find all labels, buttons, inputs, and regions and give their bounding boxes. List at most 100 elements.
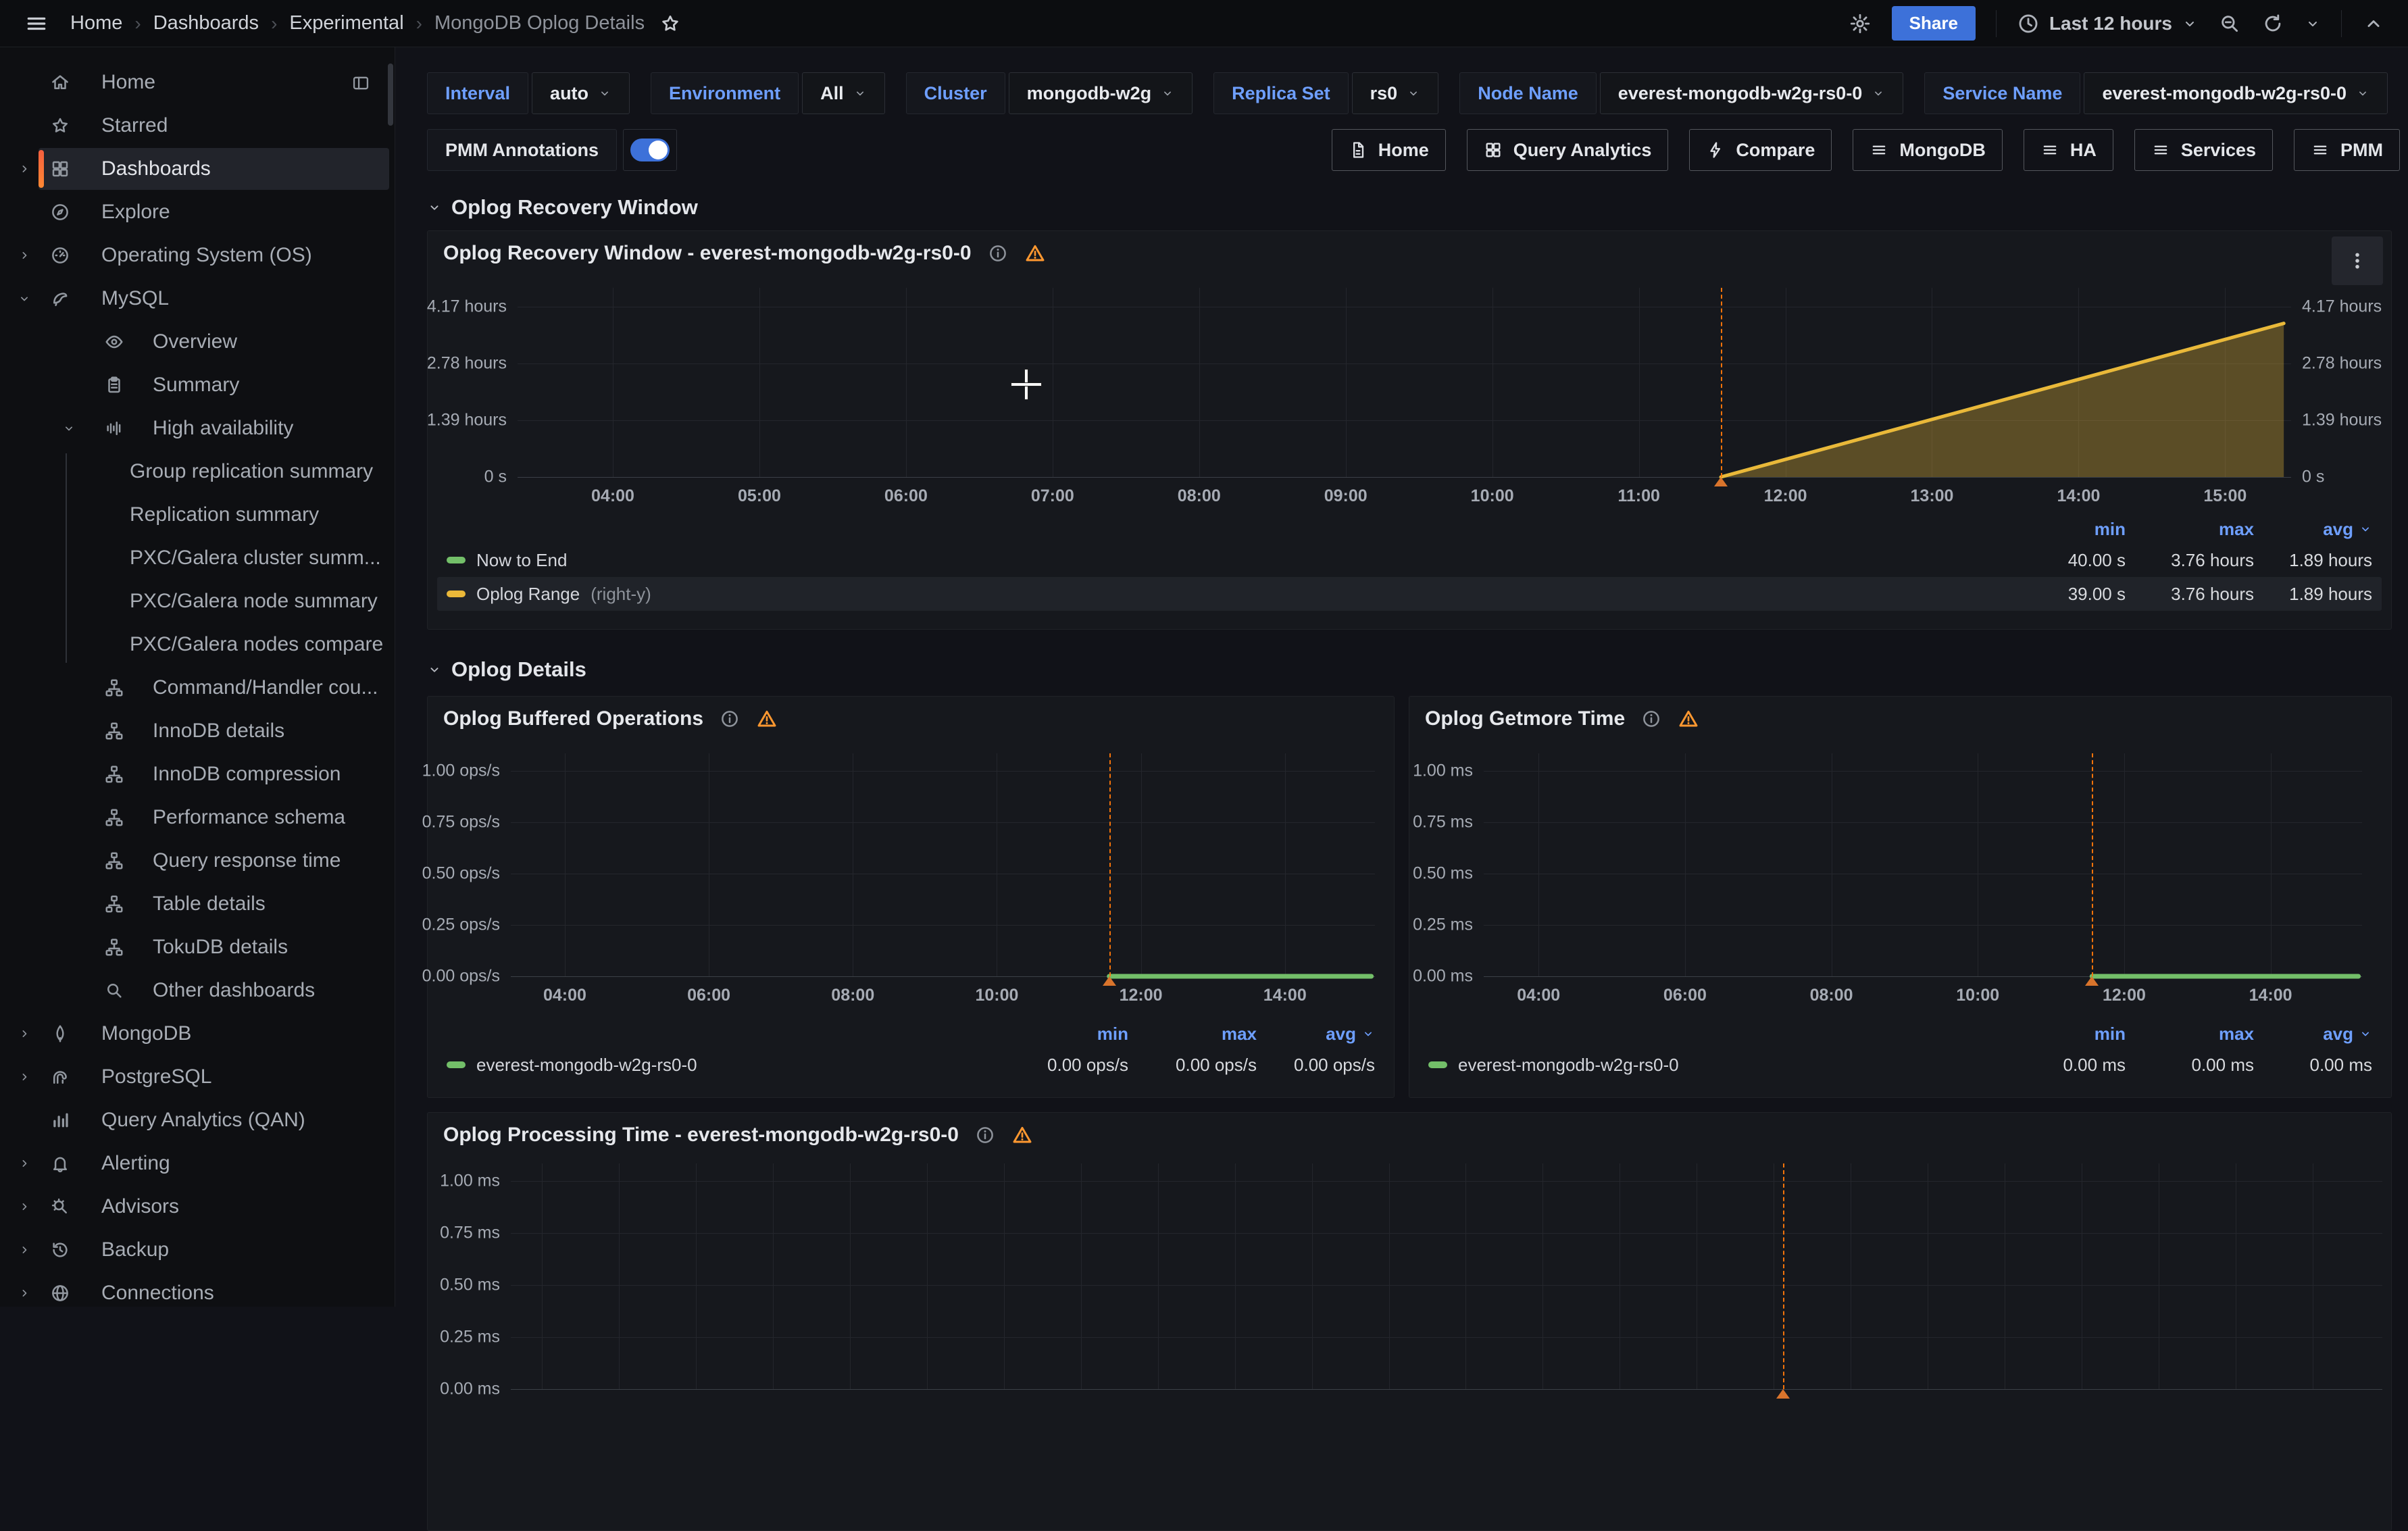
sidebar-item-mongodb[interactable]: MongoDB bbox=[0, 1012, 395, 1055]
sidebar-item-operating-system-os[interactable]: Operating System (OS) bbox=[0, 234, 395, 277]
section-oplog-recovery-window[interactable]: Oplog Recovery Window bbox=[427, 195, 698, 220]
annotation-marker-icon[interactable] bbox=[1776, 1389, 1790, 1399]
sidebar-item-connections[interactable]: Connections bbox=[0, 1272, 395, 1315]
sidebar-item-dashboards[interactable]: Dashboards bbox=[0, 147, 395, 191]
warning-icon[interactable] bbox=[1011, 1124, 1033, 1146]
breadcrumb-item-dashboards[interactable]: Dashboards bbox=[153, 12, 259, 34]
legend-row-everest-mongodb-w2g-rs0-0[interactable]: everest-mongodb-w2g-rs0-0 0.00 ms0.00 ms… bbox=[1419, 1048, 2382, 1082]
variable-value-dropdown[interactable]: All bbox=[802, 72, 885, 114]
annotation-line[interactable] bbox=[1783, 1163, 1784, 1389]
sidebar-item-table-details[interactable]: Table details bbox=[0, 882, 395, 926]
sidebar-item-command-handler-cou[interactable]: Command/Handler cou... bbox=[0, 666, 395, 709]
breadcrumb-item-experimental[interactable]: Experimental bbox=[289, 12, 403, 34]
link-button-ha[interactable]: HA bbox=[2024, 129, 2113, 171]
sidebar-item-replication-summary[interactable]: Replication summary bbox=[0, 493, 395, 536]
warning-icon[interactable] bbox=[756, 708, 778, 730]
legend-row-everest-mongodb-w2g-rs0-0[interactable]: everest-mongodb-w2g-rs0-0 0.00 ops/s0.00… bbox=[437, 1048, 1384, 1082]
sidebar-item-explore[interactable]: Explore bbox=[0, 191, 395, 234]
chart-oplog-getmore-time[interactable]: 0.00 ms0.25 ms0.50 ms0.75 ms1.00 ms04:00… bbox=[1484, 753, 2362, 976]
link-button-compare[interactable]: Compare bbox=[1689, 129, 1832, 171]
chevron-down-icon[interactable] bbox=[62, 422, 76, 435]
annotation-marker-icon[interactable] bbox=[1714, 477, 1728, 486]
panel-title-row[interactable]: Oplog Recovery Window - everest-mongodb-… bbox=[443, 242, 1046, 265]
chevron-right-icon[interactable] bbox=[18, 1157, 31, 1170]
legend-sort-max[interactable]: max bbox=[2126, 1024, 2254, 1045]
sidebar-item-pxc-galera-nodes-compare[interactable]: PXC/Galera nodes compare bbox=[0, 623, 395, 666]
link-button-home[interactable]: Home bbox=[1332, 129, 1446, 171]
sidebar-item-tokudb-details[interactable]: TokuDB details bbox=[0, 926, 395, 969]
legend-sort-min[interactable]: min bbox=[2004, 1024, 2126, 1045]
sidebar-item-innodb-compression[interactable]: InnoDB compression bbox=[0, 753, 395, 796]
sidebar-item-postgresql[interactable]: PostgreSQL bbox=[0, 1055, 395, 1099]
panel-title-row[interactable]: Oplog Getmore Time bbox=[1425, 707, 1699, 730]
chevron-right-icon[interactable] bbox=[18, 1286, 31, 1300]
info-icon[interactable] bbox=[975, 1125, 995, 1145]
link-button-pmm[interactable]: PMM bbox=[2294, 129, 2400, 171]
sidebar-item-overview[interactable]: Overview bbox=[0, 320, 395, 363]
variable-value-dropdown[interactable]: mongodb-w2g bbox=[1009, 72, 1193, 114]
legend-sort-avg[interactable]: avg bbox=[2254, 519, 2372, 540]
link-button-query-analytics[interactable]: Query Analytics bbox=[1467, 129, 1669, 171]
chevron-right-icon[interactable] bbox=[18, 1027, 31, 1040]
warning-icon[interactable] bbox=[1678, 708, 1699, 730]
variable-value-dropdown[interactable]: rs0 bbox=[1352, 72, 1439, 114]
zoom-out-icon[interactable] bbox=[2218, 12, 2241, 35]
section-oplog-details[interactable]: Oplog Details bbox=[427, 657, 586, 682]
time-range-picker[interactable]: Last 12 hours bbox=[2017, 12, 2198, 35]
chart-oplog-recovery-window[interactable]: 0 s0 s1.39 hours1.39 hours2.78 hours2.78… bbox=[518, 288, 2291, 477]
legend-sort-avg[interactable]: avg bbox=[1257, 1024, 1375, 1045]
chart-oplog-processing-time[interactable]: 0.00 ms0.25 ms0.50 ms0.75 ms1.00 ms bbox=[511, 1163, 2382, 1389]
sidebar-item-innodb-details[interactable]: InnoDB details bbox=[0, 709, 395, 753]
sidebar-item-advisors[interactable]: Advisors bbox=[0, 1185, 395, 1228]
legend-sort-max[interactable]: max bbox=[1128, 1024, 1257, 1045]
chevron-right-icon[interactable] bbox=[18, 162, 31, 176]
annotation-marker-icon[interactable] bbox=[1103, 976, 1116, 986]
chart-oplog-buffered-operations[interactable]: 0.00 ops/s0.25 ops/s0.50 ops/s0.75 ops/s… bbox=[511, 753, 1375, 976]
sidebar-item-other-dashboards[interactable]: Other dashboards bbox=[0, 969, 395, 1012]
collapse-up-icon[interactable] bbox=[2362, 12, 2385, 35]
sidebar-item-summary[interactable]: Summary bbox=[0, 363, 395, 407]
sidebar-item-home[interactable]: Home bbox=[0, 61, 395, 104]
sidebar-item-alerting[interactable]: Alerting bbox=[0, 1142, 395, 1185]
chevron-right-icon[interactable] bbox=[18, 249, 31, 262]
sidebar-item-group-replication-summary[interactable]: Group replication summary bbox=[0, 450, 395, 493]
panel-title-row[interactable]: Oplog Processing Time - everest-mongodb-… bbox=[443, 1124, 1033, 1147]
breadcrumb-item-home[interactable]: Home bbox=[70, 12, 122, 34]
sidebar-item-pxc-galera-node-summary[interactable]: PXC/Galera node summary bbox=[0, 580, 395, 623]
link-button-mongodb[interactable]: MongoDB bbox=[1853, 129, 2002, 171]
favorite-star-icon[interactable] bbox=[659, 13, 681, 34]
sidebar-scrollbar[interactable] bbox=[388, 64, 393, 126]
info-icon[interactable] bbox=[1641, 709, 1661, 729]
legend-row-now-to-end[interactable]: Now to End 40.00 s3.76 hours1.89 hours bbox=[437, 543, 2382, 577]
sidebar-item-query-response-time[interactable]: Query response time bbox=[0, 839, 395, 882]
legend-sort-max[interactable]: max bbox=[2126, 519, 2254, 540]
legend-sort-min[interactable]: min bbox=[1007, 1024, 1128, 1045]
variable-value-dropdown[interactable]: auto bbox=[532, 72, 630, 114]
sidebar-item-starred[interactable]: Starred bbox=[0, 104, 395, 147]
dock-sidebar-icon[interactable] bbox=[351, 74, 370, 93]
warning-icon[interactable] bbox=[1024, 243, 1046, 264]
panel-title-row[interactable]: Oplog Buffered Operations bbox=[443, 707, 778, 730]
annotation-line[interactable] bbox=[1109, 753, 1111, 976]
legend-row-oplog-range[interactable]: Oplog Range (right-y)39.00 s3.76 hours1.… bbox=[437, 577, 2382, 611]
panel-menu-kebab-icon[interactable] bbox=[2332, 236, 2383, 285]
sidebar-item-performance-schema[interactable]: Performance schema bbox=[0, 796, 395, 839]
menu-toggle-icon[interactable] bbox=[23, 10, 50, 37]
info-icon[interactable] bbox=[988, 243, 1008, 263]
info-icon[interactable] bbox=[720, 709, 740, 729]
chevron-right-icon[interactable] bbox=[18, 1243, 31, 1257]
refresh-interval-chevron-icon[interactable] bbox=[2305, 16, 2321, 32]
breadcrumb-item-mongodb-oplog-details[interactable]: MongoDB Oplog Details bbox=[434, 12, 645, 34]
legend-sort-min[interactable]: min bbox=[2004, 519, 2126, 540]
variable-value-dropdown[interactable]: everest-mongodb-w2g-rs0-0 bbox=[2084, 72, 2388, 114]
chevron-right-icon[interactable] bbox=[18, 1070, 31, 1084]
chevron-down-icon[interactable] bbox=[18, 292, 31, 305]
chevron-right-icon[interactable] bbox=[18, 1200, 31, 1213]
sidebar-item-pxc-galera-cluster-summ[interactable]: PXC/Galera cluster summ... bbox=[0, 536, 395, 580]
sidebar-item-backup[interactable]: Backup bbox=[0, 1228, 395, 1272]
sidebar-item-high-availability[interactable]: High availability bbox=[0, 407, 395, 450]
annotation-line[interactable] bbox=[1721, 288, 1722, 477]
annotation-marker-icon[interactable] bbox=[2085, 976, 2099, 986]
sidebar-item-mysql[interactable]: MySQL bbox=[0, 277, 395, 320]
refresh-icon[interactable] bbox=[2261, 12, 2284, 35]
